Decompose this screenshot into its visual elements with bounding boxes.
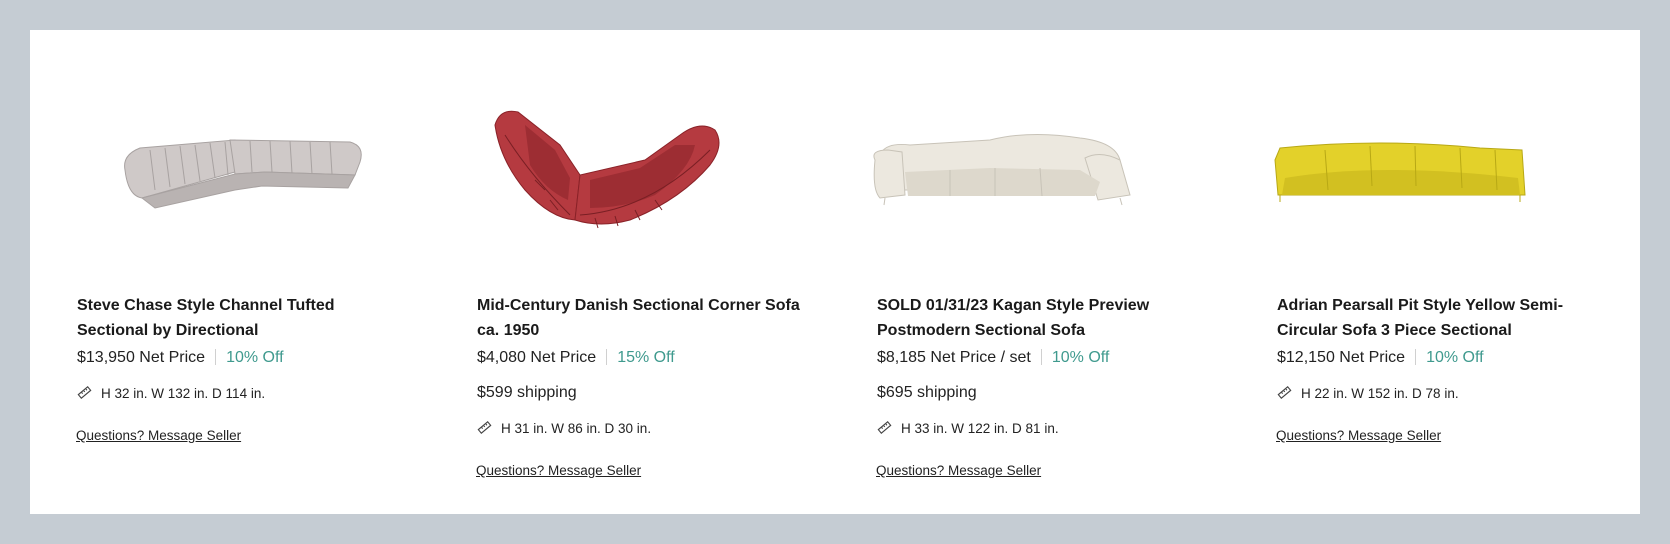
dimensions: H 22 in. W 152 in. D 78 in. (1277, 385, 1459, 401)
listing-card-1[interactable]: Steve Chase Style Channel Tufted Section… (30, 30, 390, 514)
price-row: $12,150 Net Price 10% Off (1277, 349, 1484, 367)
net-price: $4,080 Net Price (477, 349, 597, 366)
net-price: $13,950 Net Price (77, 349, 206, 366)
listings-panel: Steve Chase Style Channel Tufted Section… (30, 30, 1640, 514)
net-price: $12,150 Net Price (1277, 349, 1406, 366)
price-divider (1040, 349, 1042, 365)
listing-card-3[interactable]: SOLD 01/31/23 Kagan Style Preview Postmo… (830, 30, 1190, 514)
price-divider (215, 349, 217, 365)
price-row: $13,950 Net Price 10% Off (77, 349, 284, 367)
dimensions: H 31 in. W 86 in. D 30 in. (477, 420, 651, 436)
shipping-cost: $695 shipping (877, 384, 977, 401)
message-seller-link[interactable]: Questions? Message Seller (76, 428, 241, 443)
product-image-3[interactable] (830, 50, 1190, 250)
listing-title[interactable]: Mid-Century Danish Sectional Corner Sofa… (477, 294, 807, 343)
price-divider (1415, 349, 1417, 365)
dimensions-text: H 31 in. W 86 in. D 30 in. (501, 421, 652, 436)
net-price: $8,185 Net Price / set (877, 349, 1031, 366)
listing-title[interactable]: SOLD 01/31/23 Kagan Style Preview Postmo… (877, 294, 1207, 343)
message-seller-link[interactable]: Questions? Message Seller (876, 463, 1041, 478)
message-seller-link[interactable]: Questions? Message Seller (476, 463, 641, 478)
ruler-icon (1277, 385, 1292, 400)
price-divider (606, 349, 608, 365)
price-row: $8,185 Net Price / set 10% Off (877, 349, 1109, 367)
sofa-image (873, 133, 1131, 206)
sofa-image (124, 139, 362, 209)
product-image-1[interactable] (30, 50, 390, 250)
listing-card-2[interactable]: Mid-Century Danish Sectional Corner Sofa… (430, 30, 800, 514)
listing-card-4[interactable]: Adrian Pearsall Pit Style Yellow Semi-Ci… (1230, 30, 1590, 514)
dimensions-text: H 33 in. W 122 in. D 81 in. (901, 421, 1059, 436)
listing-title[interactable]: Steve Chase Style Channel Tufted Section… (77, 294, 407, 343)
product-image-4[interactable] (1230, 50, 1590, 250)
sofa-image (1274, 142, 1526, 202)
discount-badge: 10% Off (1051, 349, 1110, 366)
ruler-icon (77, 385, 92, 400)
dimensions: H 32 in. W 132 in. D 114 in. (77, 385, 265, 401)
dimensions-text: H 22 in. W 152 in. D 78 in. (1301, 386, 1459, 401)
message-seller-link[interactable]: Questions? Message Seller (1276, 428, 1441, 443)
shipping-cost: $599 shipping (477, 384, 577, 401)
price-row: $4,080 Net Price 15% Off (477, 349, 675, 367)
dimensions: H 33 in. W 122 in. D 81 in. (877, 420, 1059, 436)
discount-badge: 10% Off (226, 349, 284, 366)
discount-badge: 15% Off (617, 349, 675, 366)
sofa-image (494, 110, 720, 229)
listing-title[interactable]: Adrian Pearsall Pit Style Yellow Semi-Ci… (1277, 294, 1607, 343)
product-image-2[interactable] (430, 50, 790, 250)
discount-badge: 10% Off (1426, 349, 1484, 366)
ruler-icon (877, 420, 892, 435)
ruler-icon (477, 420, 492, 435)
dimensions-text: H 32 in. W 132 in. D 114 in. (101, 386, 266, 401)
